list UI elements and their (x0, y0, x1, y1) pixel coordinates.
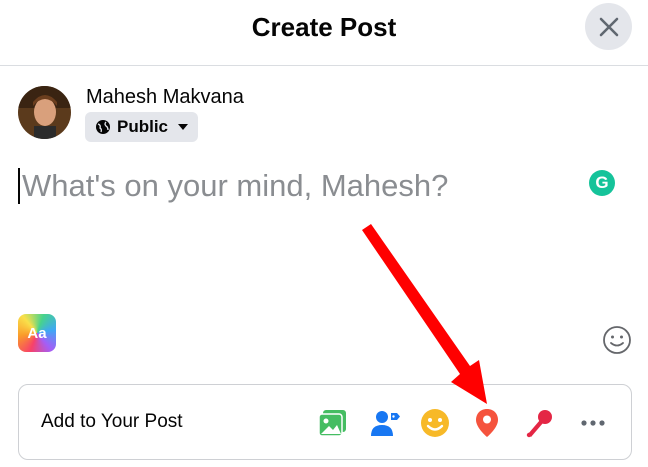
photo-video-button[interactable] (313, 403, 353, 443)
host-qa-microphone-icon (526, 410, 552, 438)
text-cursor (18, 168, 20, 204)
close-button[interactable] (585, 3, 632, 50)
photo-video-icon (318, 410, 346, 437)
feeling-activity-button[interactable] (415, 403, 455, 443)
smiley-icon (603, 326, 631, 354)
host-qa-button[interactable] (519, 403, 559, 443)
more-options-icon (581, 420, 605, 426)
tag-people-button[interactable] (365, 403, 405, 443)
caret-down-icon (178, 124, 189, 130)
tag-people-icon (371, 411, 400, 436)
grammarly-icon[interactable]: G (589, 170, 615, 196)
privacy-label: Public (117, 117, 169, 136)
globe-icon (96, 120, 110, 134)
dialog-header: Create Post (0, 0, 648, 66)
post-text-input[interactable]: What's on your mind, Mahesh? (22, 168, 448, 204)
avatar (18, 86, 71, 139)
user-name[interactable]: Mahesh Makvana (86, 86, 244, 109)
dialog-title: Create Post (251, 12, 397, 42)
check-in-location-icon (476, 409, 498, 437)
close-icon (599, 17, 618, 36)
more-options-button[interactable] (573, 403, 613, 443)
text-background-button[interactable]: Aa (18, 314, 56, 352)
add-to-post-bar: Add to Your Post (18, 384, 632, 460)
emoji-button[interactable] (602, 325, 632, 360)
add-to-post-label: Add to Your Post (41, 411, 183, 432)
text-format-label: Aa (27, 324, 47, 342)
check-in-button[interactable] (467, 403, 507, 443)
feeling-activity-icon (421, 409, 449, 437)
privacy-selector[interactable]: Public (85, 112, 199, 142)
